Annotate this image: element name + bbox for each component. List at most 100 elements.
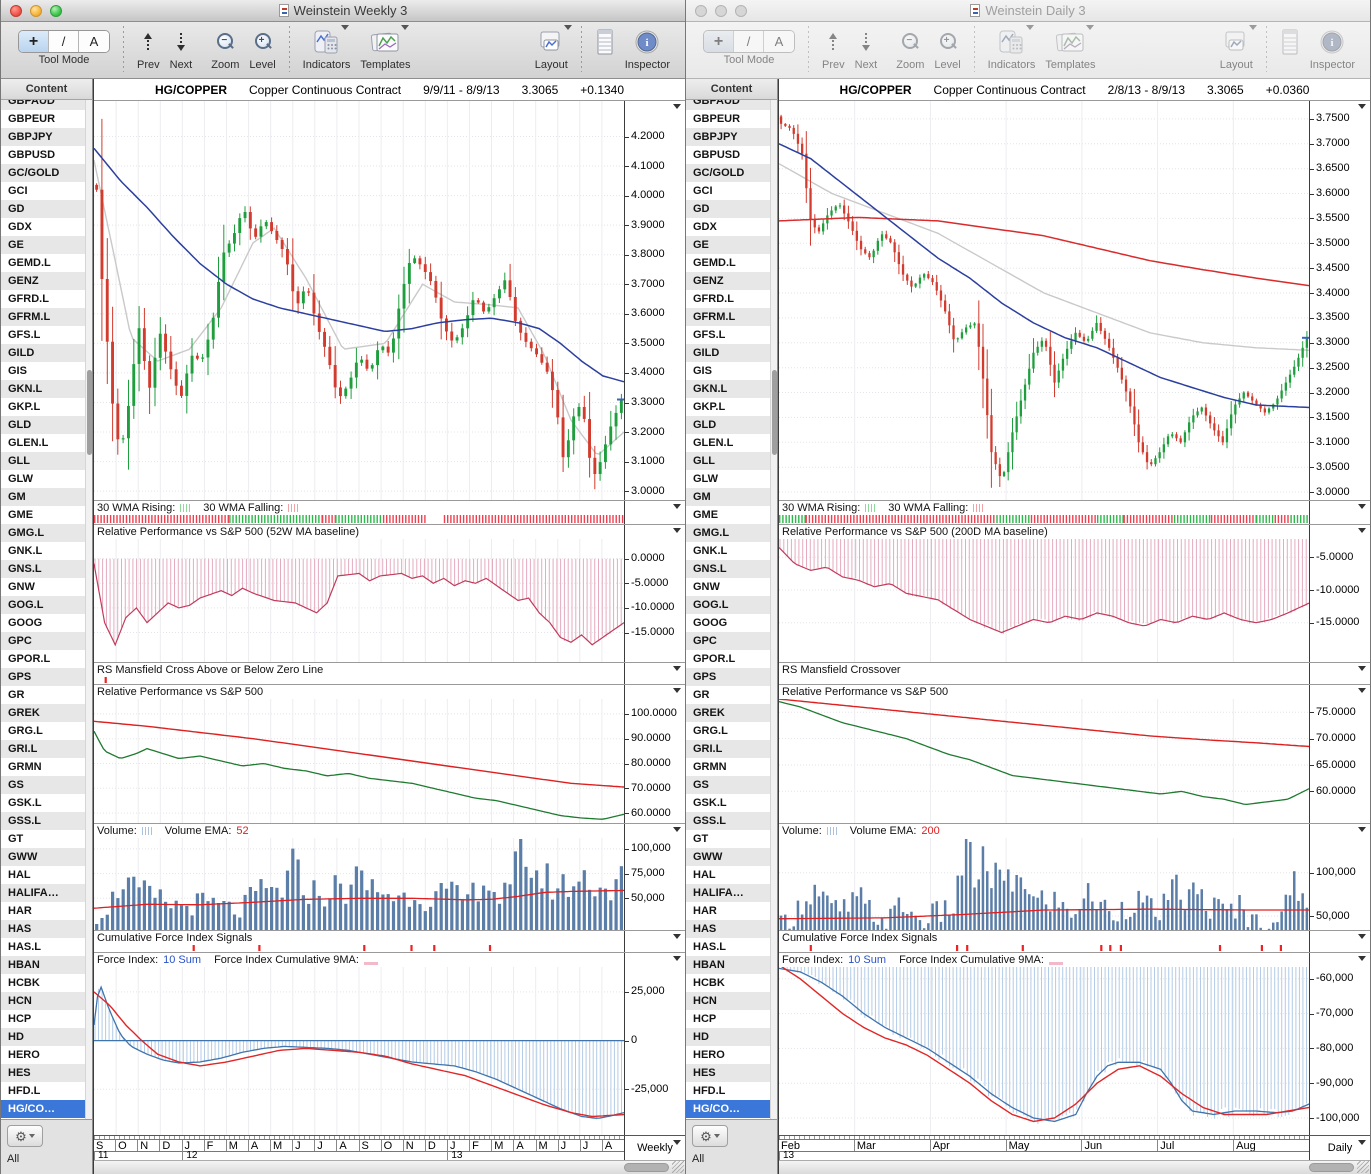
templates-button[interactable]: Templates <box>1045 25 1096 71</box>
scrollbar-thumb[interactable] <box>1309 1163 1354 1172</box>
value-axis[interactable]: 0.0000 -5.0000 -10.0000 -15.0000 <box>624 525 685 662</box>
panel-axis-gutter[interactable] <box>1309 501 1370 524</box>
tool-crosshair-button[interactable]: + <box>704 31 734 52</box>
panel-menu-icon[interactable] <box>1358 956 1366 965</box>
sidebar-scrollbar[interactable] <box>85 100 92 1119</box>
tool-crosshair-button[interactable]: + <box>19 31 49 52</box>
list-item[interactable]: GBPEUR <box>686 110 771 128</box>
panel-menu-icon[interactable] <box>1358 666 1366 675</box>
value-axis[interactable]: 75.0000 70.0000 65.0000 60.0000 <box>1309 685 1370 823</box>
sidebar-action-button[interactable]: ⚙ <box>7 1125 43 1147</box>
list-item[interactable]: GENZ <box>686 272 771 290</box>
list-item[interactable]: HALIFA… <box>686 884 771 902</box>
rp-histogram-plot[interactable] <box>94 539 624 662</box>
list-item[interactable]: GFS.L <box>1 326 86 344</box>
panel-menu-icon[interactable] <box>673 528 681 537</box>
list-item[interactable]: GMG.L <box>686 524 771 542</box>
list-item[interactable]: GBPJPY <box>1 128 86 146</box>
tool-text-button[interactable]: A <box>79 31 109 52</box>
value-axis[interactable]: 100,000 75,000 50,000 <box>624 824 685 930</box>
list-item[interactable]: GPC <box>1 632 86 650</box>
rp-lines-plot[interactable] <box>94 699 624 823</box>
list-item[interactable]: GME <box>1 506 86 524</box>
list-item[interactable]: GNK.L <box>1 542 86 560</box>
list-item[interactable]: GILD <box>1 344 86 362</box>
list-item[interactable]: GSS.L <box>1 812 86 830</box>
list-item[interactable]: GS <box>686 776 771 794</box>
indicators-button[interactable]: Indicators <box>988 25 1035 71</box>
list-item[interactable]: GRI.L <box>1 740 86 758</box>
list-item[interactable]: GCI <box>1 182 86 200</box>
resize-grip-icon[interactable] <box>672 1161 684 1173</box>
price-axis[interactable]: 4.2000 4.1000 4.0000 3.9000 3.8000 3.7000 3.60… <box>624 101 685 500</box>
list-item[interactable]: GRMN <box>686 758 771 776</box>
sidebar-header[interactable]: Content <box>686 79 778 100</box>
value-axis[interactable]: 25,000 0 -25,000 <box>624 953 685 1135</box>
list-item[interactable]: GPS <box>1 668 86 686</box>
list-item[interactable]: GPC <box>686 632 771 650</box>
list-item[interactable]: GM <box>1 488 86 506</box>
list-item[interactable]: GPOR.L <box>1 650 86 668</box>
panel-axis-gutter[interactable] <box>1309 931 1370 952</box>
list-item[interactable]: GLEN.L <box>686 434 771 452</box>
prev-button[interactable]: Prev <box>137 26 160 71</box>
panel-menu-icon[interactable] <box>1358 528 1366 537</box>
list-item[interactable]: GT <box>1 830 86 848</box>
panel-menu-icon[interactable] <box>673 504 681 513</box>
scrollbar-thumb[interactable] <box>624 1163 669 1172</box>
list-item[interactable]: GNK.L <box>686 542 771 560</box>
list-item[interactable]: GFRM.L <box>686 308 771 326</box>
panel-menu-icon[interactable] <box>1358 934 1366 943</box>
templates-button[interactable]: Templates <box>360 25 411 71</box>
list-item[interactable]: GKP.L <box>686 398 771 416</box>
list-item[interactable]: HAS.L <box>1 938 86 956</box>
list-item[interactable]: GR <box>1 686 86 704</box>
list-item[interactable]: GDX <box>1 218 86 236</box>
resize-grip-icon[interactable] <box>1357 1161 1369 1173</box>
panel-menu-icon[interactable] <box>673 104 681 113</box>
list-item[interactable]: GR <box>686 686 771 704</box>
list-item[interactable]: HALIFA… <box>1 884 86 902</box>
list-item[interactable]: HAR <box>1 902 86 920</box>
value-axis[interactable]: -60,000 -70,000 -80,000 -90,000 -100,000 <box>1309 953 1370 1135</box>
list-item[interactable]: HBAN <box>686 956 771 974</box>
list-item[interactable]: GRMN <box>1 758 86 776</box>
list-item[interactable]: GT <box>686 830 771 848</box>
panel-axis-gutter[interactable] <box>1309 663 1370 684</box>
list-item[interactable]: GPS <box>686 668 771 686</box>
list-item[interactable]: GLD <box>686 416 771 434</box>
list-item[interactable]: HFD.L <box>686 1082 771 1100</box>
sidebar-scrollbar[interactable] <box>770 100 777 1119</box>
list-item[interactable]: GSK.L <box>686 794 771 812</box>
list-item[interactable]: GREK <box>686 704 771 722</box>
volume-plot[interactable] <box>94 838 624 930</box>
panel-menu-icon[interactable] <box>1358 104 1366 113</box>
list-item[interactable]: GNW <box>1 578 86 596</box>
sidebar-action-button[interactable]: ⚙ <box>692 1125 728 1147</box>
layout-button[interactable]: Layout <box>535 25 573 71</box>
content-button[interactable] <box>1280 26 1300 59</box>
list-item[interactable]: HES <box>1 1064 86 1082</box>
panel-menu-icon[interactable] <box>673 956 681 965</box>
list-item[interactable]: GC/GOLD <box>1 164 86 182</box>
list-item[interactable]: GBPAUD <box>1 100 86 110</box>
list-item[interactable]: GNS.L <box>1 560 86 578</box>
panel-menu-icon[interactable] <box>673 666 681 675</box>
list-item[interactable]: GE <box>1 236 86 254</box>
list-item[interactable]: HG/CO… <box>686 1100 771 1118</box>
volume-plot[interactable] <box>779 838 1309 930</box>
list-item[interactable]: HERO <box>1 1046 86 1064</box>
list-item[interactable]: GLEN.L <box>1 434 86 452</box>
list-item[interactable]: GRG.L <box>1 722 86 740</box>
candlestick-plot[interactable] <box>94 101 624 500</box>
window-titlebar[interactable]: Weinstein Daily 3 <box>686 0 1370 22</box>
list-item[interactable]: HAS.L <box>686 938 771 956</box>
layout-button[interactable]: Layout <box>1220 25 1258 71</box>
list-item[interactable]: GFRM.L <box>1 308 86 326</box>
list-item[interactable]: GILD <box>686 344 771 362</box>
list-item[interactable]: HCP <box>1 1010 86 1028</box>
panel-axis-gutter[interactable] <box>624 501 685 524</box>
prev-button[interactable]: Prev <box>822 26 845 71</box>
list-item[interactable]: HCBK <box>1 974 86 992</box>
zoom-in-button[interactable]: + Level <box>934 26 961 71</box>
